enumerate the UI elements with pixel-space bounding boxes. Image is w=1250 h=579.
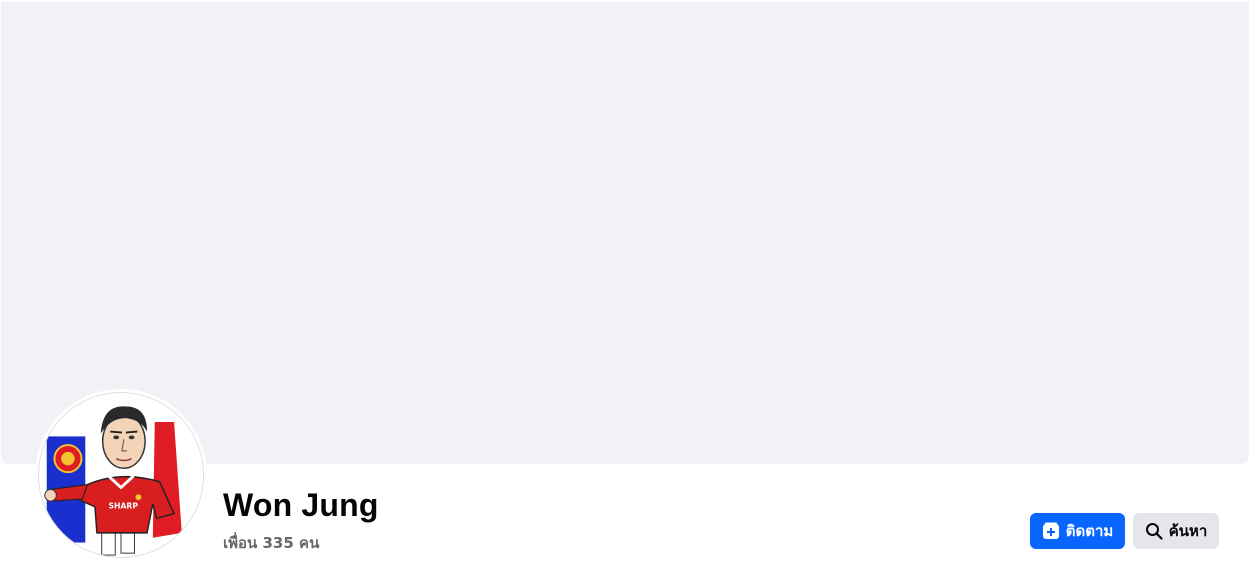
friends-count[interactable]: เพื่อน 335 คน: [223, 531, 319, 555]
follow-plus-icon: [1042, 522, 1060, 540]
svg-text:SHARP: SHARP: [108, 502, 138, 511]
cover-photo[interactable]: [1, 2, 1249, 464]
profile-avatar[interactable]: SHARP: [35, 389, 207, 561]
profile-name: Won Jung: [223, 487, 379, 523]
follow-button-label: ติดตาม: [1065, 522, 1114, 540]
follow-button[interactable]: ติดตาม: [1030, 513, 1125, 549]
search-button-label: ค้นหา: [1168, 522, 1208, 540]
search-button[interactable]: ค้นหา: [1133, 513, 1219, 549]
avatar-image: SHARP: [38, 392, 204, 558]
search-icon: [1145, 522, 1163, 540]
profile-page: SHARP Won Jung เพื่อน 335 คน ติดตาม ค้นห…: [0, 0, 1250, 579]
